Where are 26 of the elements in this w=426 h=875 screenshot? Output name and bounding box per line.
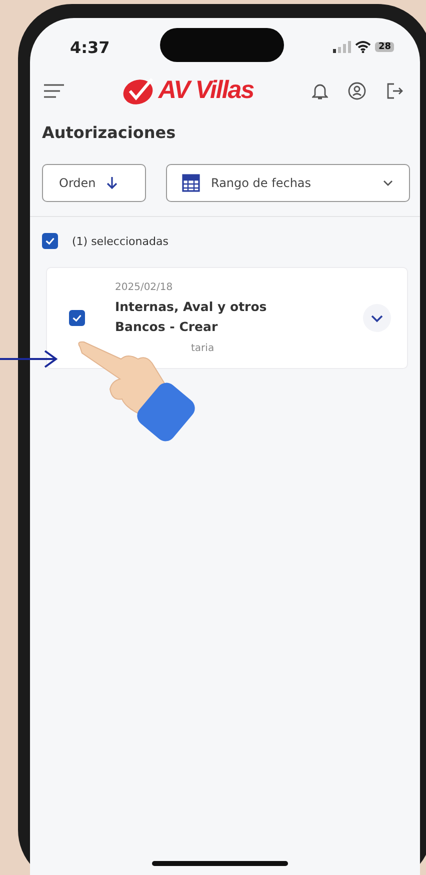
item-subtitle: taria (191, 343, 216, 354)
item-title: Internas, Aval y otros Bancos - Crear (115, 298, 268, 336)
battery-indicator: 28 (375, 42, 394, 52)
signal-icon (333, 41, 352, 53)
wifi-icon (355, 41, 372, 53)
user-icon[interactable] (348, 82, 366, 100)
selection-count: (1) seleccionadas (72, 234, 168, 248)
item-date: 2025/02/18 (115, 282, 174, 293)
status-time: 4:37 (70, 38, 110, 56)
checkbox[interactable] (69, 310, 85, 326)
date-range-field[interactable]: Rango de fechas (166, 164, 410, 202)
chevron-down-icon (382, 179, 394, 187)
order-button[interactable]: Orden (42, 164, 146, 202)
expand-button[interactable] (363, 304, 391, 332)
menu-icon[interactable] (44, 84, 64, 98)
checkmark-icon (71, 312, 83, 324)
chevron-down-icon (370, 314, 384, 322)
logout-icon[interactable] (386, 82, 404, 100)
brand-name: AV Villas (158, 76, 254, 105)
page-title: Autorizaciones (42, 123, 177, 142)
arrow-icon (0, 349, 58, 369)
arrow-down-icon (106, 176, 118, 190)
bell-icon[interactable] (312, 82, 328, 100)
authorization-card[interactable]: 2025/02/18 Internas, Aval y otros Bancos - Crear taria (46, 267, 408, 369)
checkbox[interactable] (42, 233, 58, 249)
checkmark-icon (44, 235, 56, 247)
